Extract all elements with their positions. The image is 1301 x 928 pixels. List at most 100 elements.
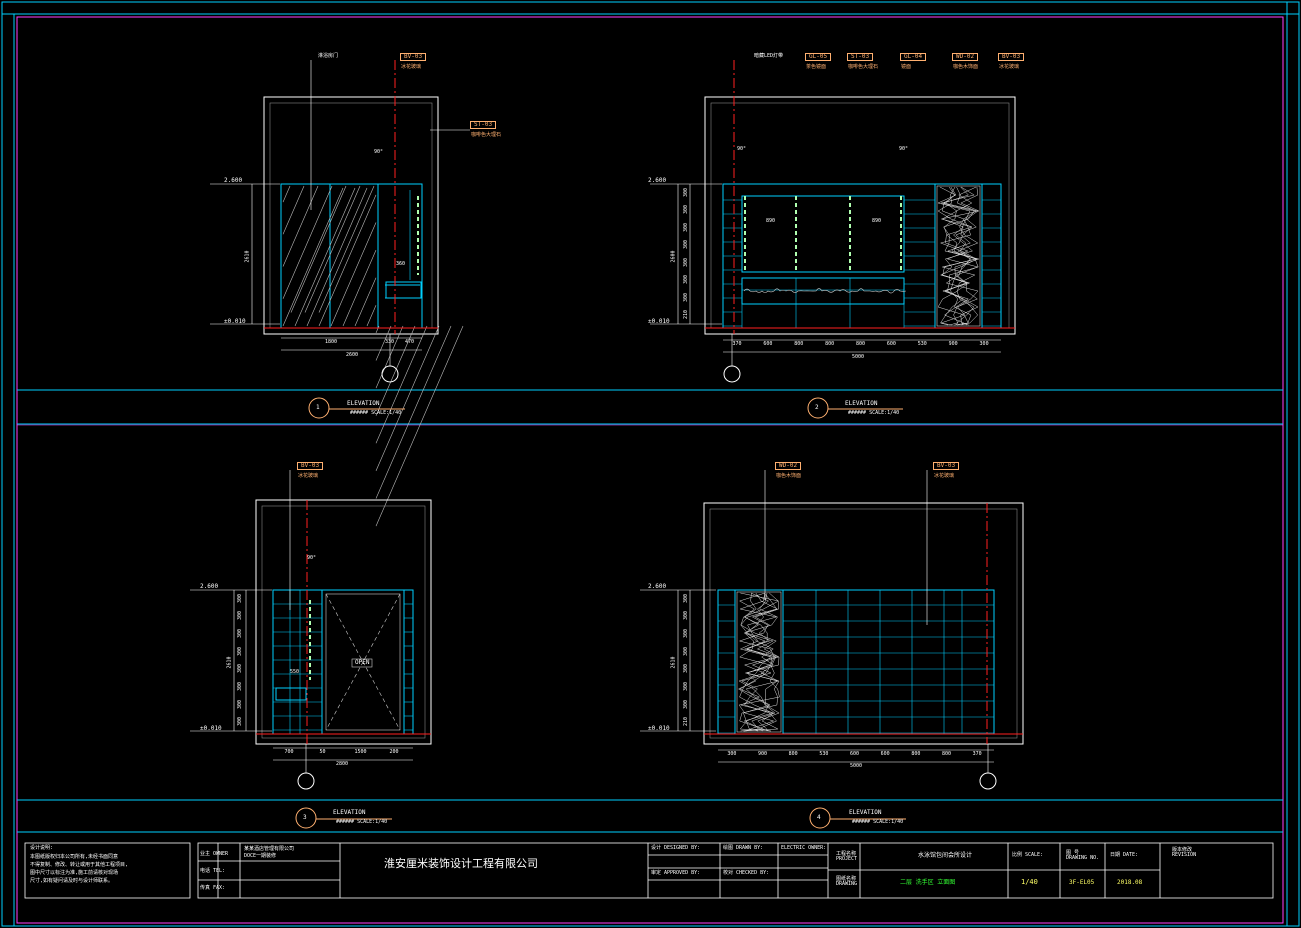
- elevation-1-title: ELEVATION: [347, 401, 380, 407]
- vdim-e4-3: 300: [684, 664, 689, 673]
- hdim-e4-6: 800: [911, 752, 920, 757]
- elevation-3-scale: ###### SCALE:1/40: [336, 820, 387, 825]
- elevation-1-number: 1: [316, 405, 320, 411]
- elevation-2-number: 2: [815, 405, 819, 411]
- designed-label: 设计 DESIGNED BY:: [651, 846, 700, 851]
- tag-e2-bv03: BV-03: [998, 53, 1024, 61]
- notes-line-4: 尺寸,如有疑问请及时与设计师联系。: [30, 879, 113, 884]
- elevation-2-scale: ###### SCALE:1/40: [848, 411, 899, 416]
- angle-e2a: 90°: [737, 147, 746, 152]
- vdim-e4-2: 300: [684, 682, 689, 691]
- vdim-e4-1: 300: [684, 700, 689, 709]
- hdim-e2-6: 530: [918, 342, 927, 347]
- client-label: 业主 OWNER: [200, 852, 228, 857]
- hdim-e4-7: 800: [942, 752, 951, 757]
- vdim-e4-7: 300: [684, 594, 689, 603]
- hdim-e3-3: 200: [390, 750, 399, 755]
- note-e2: 暗藏LED灯带: [754, 54, 783, 59]
- inner-e2-2: 890: [766, 219, 775, 224]
- vdim-e2-5: 300: [684, 223, 689, 232]
- vdim-e3-3: 300: [238, 664, 243, 673]
- elevation-2: [650, 60, 1015, 418]
- hdim-e4-3: 530: [819, 752, 828, 757]
- hdim-e2-0: 370: [732, 342, 741, 347]
- drawing-label: 图纸名称 DRAWING: [836, 877, 858, 887]
- drawn-label: 绘图 DRAWN BY:: [723, 846, 763, 851]
- wood-grain: [739, 187, 979, 731]
- notes-line-1: 本图纸版权归本公司所有,未经书面同意: [30, 855, 118, 860]
- vtotal-e4: 2610: [672, 656, 677, 668]
- elevation-4: [640, 470, 1023, 828]
- cad-drawing: [0, 0, 1301, 928]
- vdim-e3-2: 300: [238, 682, 243, 691]
- tag-e2-gl05: GL-05: [805, 53, 831, 61]
- tag-e2-st03-sub: 咖啡色大理石: [848, 65, 878, 70]
- hdim-e4-1: 900: [758, 752, 767, 757]
- level-top-e3: 2.600: [200, 584, 218, 590]
- hdim-e2-4: 800: [856, 342, 865, 347]
- vdim-e3-1: 300: [238, 700, 243, 709]
- vtotal-e1: 2610: [246, 250, 251, 262]
- tag-e4-wd02: WD-02: [775, 462, 801, 470]
- hdim-e2-5: 600: [887, 342, 896, 347]
- elevation-4-scale: ###### SCALE:1/40: [852, 820, 903, 825]
- hdim-e4-2: 800: [789, 752, 798, 757]
- hdim-e4-4: 600: [850, 752, 859, 757]
- vdim-e2-1: 300: [684, 293, 689, 302]
- vdim-e4-4: 300: [684, 647, 689, 656]
- tag-e1-st03-sub: 咖啡色大理石: [471, 133, 501, 138]
- hdim-e4-5: 600: [881, 752, 890, 757]
- notes-title: 设计说明:: [30, 846, 53, 851]
- hdim-e2-2: 800: [794, 342, 803, 347]
- hdim-e3-2: 1500: [355, 750, 367, 755]
- vdim-e2-3: 300: [684, 258, 689, 267]
- client-value: 某某酒店管理有限公司: [244, 847, 294, 852]
- tel-label: 电话 TEL:: [200, 869, 225, 874]
- level-bottom-e1: ±0.010: [224, 319, 246, 325]
- vdim-e3-6: 300: [238, 611, 243, 620]
- level-bottom-e2: ±0.010: [648, 319, 670, 325]
- elevation-1: [210, 60, 470, 526]
- tag-e3-bv03-sub: 冰花玻璃: [298, 474, 318, 479]
- date-value: 2018.08: [1117, 880, 1142, 886]
- vdim-e2-2: 300: [684, 275, 689, 284]
- checked-label: 校对 CHECKED BY:: [723, 871, 769, 876]
- elevation-1-scale: ###### SCALE:1/40: [350, 411, 401, 416]
- inner-e3-1: 550: [290, 670, 299, 675]
- project-value: 水泳馆包间会所设计: [918, 853, 972, 859]
- angle-e3: 90°: [307, 556, 316, 561]
- notes-line-2: 不得复制、修改、转让或用于其他工程项目,: [30, 863, 128, 868]
- vdim-e2-7: 300: [684, 188, 689, 197]
- elevation-3-number: 3: [303, 815, 307, 821]
- hdim-e4-8: 370: [973, 752, 982, 757]
- tag-e4-wd02-sub: 咖色木饰面: [776, 474, 801, 479]
- tag-e1-st03: ST-03: [470, 121, 496, 129]
- sheet-frame: [2, 2, 1299, 926]
- vdim-e2-4: 300: [684, 240, 689, 249]
- drawing-value: 二层 洗手区 立面图: [900, 880, 955, 886]
- door-open-label: OPEN: [355, 660, 369, 666]
- htotal-e4: 5000: [850, 764, 862, 769]
- scale-label: 比例 SCALE:: [1012, 853, 1043, 858]
- level-bottom-e4: ±0.010: [648, 726, 670, 732]
- hdim-e3-1: 50: [320, 750, 326, 755]
- note-e1: 淋浴房门: [318, 54, 338, 59]
- project-label: 工程名称 PROJECT: [836, 852, 858, 862]
- level-top-e2: 2.600: [648, 178, 666, 184]
- level-top-e4: 2.600: [648, 584, 666, 590]
- level-top-e1: 2.600: [224, 178, 242, 184]
- notes-line-3: 图中尺寸以标注为准,施工前请核对现场: [30, 871, 118, 876]
- tag-e2-wd02: WD-02: [952, 53, 978, 61]
- tag-e2-wd02-sub: 咖色木饰面: [953, 65, 978, 70]
- vdim-e4-5: 300: [684, 629, 689, 638]
- fax-label: 传真 FAX:: [200, 886, 225, 891]
- inner-e1-1: 360: [396, 262, 405, 267]
- vdim-e3-4: 300: [238, 647, 243, 656]
- elevation-3-title: ELEVATION: [333, 810, 366, 816]
- vdim-e4-6: 300: [684, 611, 689, 620]
- angle-e2b: 90°: [899, 147, 908, 152]
- tag-e4-bv03: BV-03: [933, 462, 959, 470]
- tag-e1-bv03-sub: 冰花玻璃: [401, 65, 421, 70]
- vdim-e3-5: 300: [238, 629, 243, 638]
- tag-e2-gl05-sub: 茶色镜面: [806, 65, 826, 70]
